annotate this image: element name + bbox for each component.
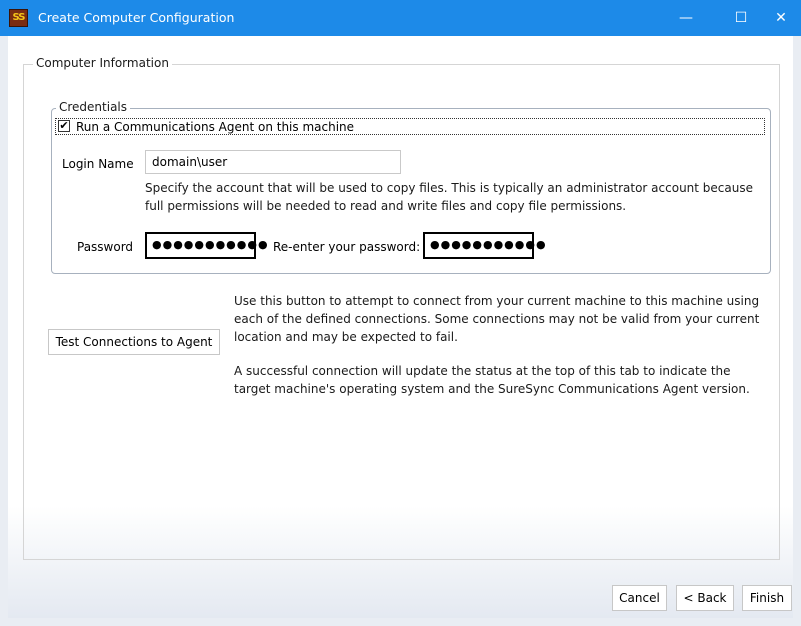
- login-name-input[interactable]: domain\user: [145, 150, 401, 174]
- run-agent-checkbox-row[interactable]: ✔ Run a Communications Agent on this mac…: [55, 118, 765, 135]
- run-agent-checkbox[interactable]: ✔: [58, 120, 70, 132]
- finish-button[interactable]: Finish: [742, 585, 792, 611]
- test-connections-button[interactable]: Test Connections to Agent: [48, 329, 220, 355]
- cancel-button[interactable]: Cancel: [612, 585, 667, 611]
- test-help-text-2: A successful connection will update the …: [234, 364, 750, 396]
- reenter-password-input[interactable]: ●●●●●●●●●●●: [423, 232, 546, 259]
- login-name-label: Login Name: [62, 157, 134, 171]
- reenter-password-label: Re-enter your password:: [273, 240, 421, 254]
- run-agent-label[interactable]: Run a Communications Agent on this machi…: [76, 120, 354, 134]
- back-button[interactable]: < Back: [676, 585, 734, 611]
- title-bar[interactable]: SS Create Computer Configuration — ☐ ✕: [0, 0, 801, 36]
- login-help-text: Specify the account that will be used to…: [145, 181, 753, 213]
- window-title: Create Computer Configuration: [38, 10, 235, 25]
- suresync-app-icon: SS: [9, 9, 28, 27]
- dialog-window: SS Create Computer Configuration — ☐ ✕ C…: [0, 0, 801, 626]
- minimize-icon[interactable]: —: [663, 0, 709, 36]
- computer-information-legend: Computer Information: [33, 56, 172, 70]
- test-help-text-1: Use this button to attempt to connect fr…: [234, 294, 760, 344]
- credentials-legend: Credentials: [56, 100, 131, 114]
- password-label: Password: [77, 240, 134, 254]
- close-icon[interactable]: ✕: [758, 0, 801, 36]
- password-input[interactable]: ●●●●●●●●●●●: [145, 232, 268, 259]
